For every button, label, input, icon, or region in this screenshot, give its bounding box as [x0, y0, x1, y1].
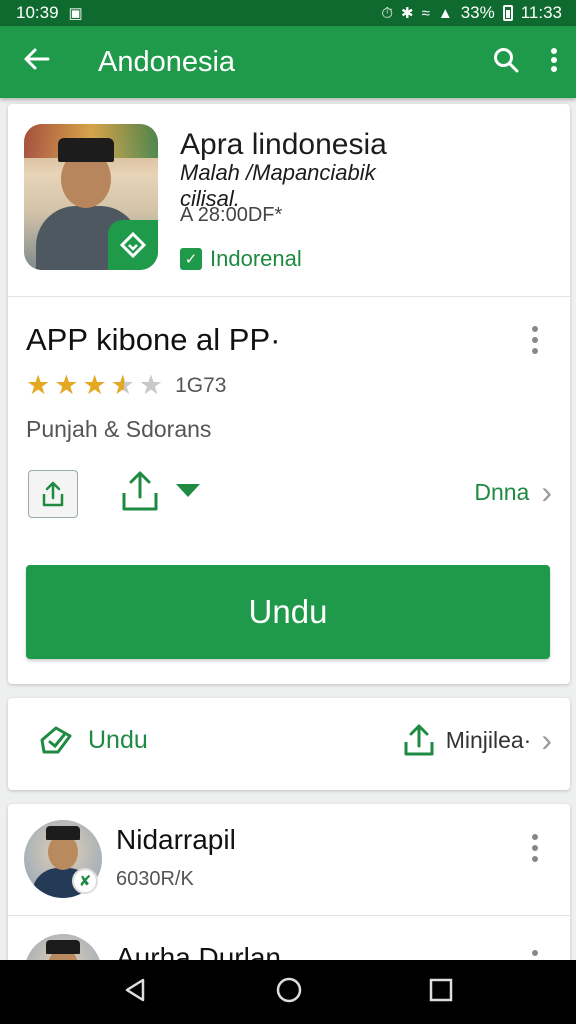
app-badge-icon	[108, 220, 158, 270]
kebab-dot	[532, 326, 538, 332]
gallery-notification-icon: ▣	[68, 5, 83, 22]
rating-row: ★ ★ ★ ★ ★ 1G73	[26, 372, 226, 399]
kebab-dot	[532, 337, 538, 343]
app-icon	[24, 124, 158, 270]
app-name: Apra lindonesia	[180, 128, 387, 161]
back-arrow-icon[interactable]	[22, 45, 78, 79]
star-empty-icon: ★	[138, 370, 164, 400]
app-bar-actions	[492, 46, 558, 79]
more-vert-icon[interactable]	[550, 46, 558, 79]
share-icon	[42, 481, 64, 507]
category-label[interactable]: Punjah & Sdorans	[26, 416, 211, 443]
action-row: Dnna ›	[8, 462, 570, 526]
avatar-hat	[46, 826, 80, 840]
upload-icon	[122, 471, 158, 511]
list-item[interactable]: ✘ Nidarrapil 6030R/K	[8, 804, 570, 916]
verified-check-icon: ✓	[180, 248, 202, 270]
related-list-card: ✘ Nidarrapil 6030R/K Aurha Durlan	[8, 804, 570, 974]
app-bar: Andonesia	[0, 26, 576, 98]
star-icon: ★	[54, 370, 79, 400]
dropdown-caret-icon[interactable]	[176, 484, 200, 497]
avatar-badge-icon: ✘	[72, 868, 98, 894]
kebab-dot	[532, 845, 538, 851]
nav-recents-icon[interactable]	[429, 978, 453, 1007]
avatar-hat	[46, 940, 80, 954]
download-label: Undu	[88, 725, 148, 754]
install-button[interactable]: Undu	[26, 565, 550, 659]
chevron-right-icon: ›	[541, 474, 552, 510]
status-bar: 10:39 ▣ ⏱ ✱ ≈ ▲ 33% 11:33	[0, 0, 576, 26]
star-half-icon: ★	[110, 370, 135, 400]
rating-count: 1G73	[175, 373, 227, 397]
app-subtitle-line: Malah /Mapanciabik	[180, 160, 376, 185]
star-icon: ★	[82, 370, 107, 400]
kebab-dot	[532, 348, 538, 354]
app-header[interactable]: Apra lindonesia Malah /Mapanciabik cilis…	[8, 104, 570, 297]
developer-label: Indorenal	[210, 246, 302, 271]
share-label: Minjilea·	[445, 726, 532, 753]
upload-button[interactable]	[112, 464, 168, 518]
status-left: 10:39 ▣	[16, 3, 83, 23]
more-link[interactable]: Dnna ›	[474, 476, 552, 508]
kebab-dot	[532, 950, 538, 956]
battery-icon	[502, 5, 513, 21]
clock-left: 10:39	[16, 3, 59, 22]
nav-back-icon[interactable]	[123, 977, 149, 1008]
app-size: A 28:00DF*	[180, 204, 283, 226]
bluetooth-icon: ✱	[401, 5, 414, 22]
system-nav-bar	[0, 960, 576, 1024]
download-card: Undu Minjilea· ›	[8, 698, 570, 790]
nav-home-icon[interactable]	[275, 976, 303, 1009]
download-tag-icon	[40, 726, 72, 754]
page-title: Andonesia	[98, 45, 236, 78]
star-icon: ★	[26, 370, 51, 400]
overflow-menu-icon[interactable]	[530, 326, 540, 354]
alarm-icon: ⏱	[381, 4, 394, 22]
search-icon[interactable]	[492, 46, 520, 79]
wifi-icon: ≈	[421, 4, 430, 22]
share-action[interactable]: Minjilea· ›	[402, 722, 552, 758]
share-up-icon	[404, 724, 434, 756]
developer-row[interactable]: ✓ Indorenal	[180, 246, 302, 272]
chevron-right-icon: ›	[541, 722, 552, 758]
list-item-subtitle: 6030R/K	[116, 868, 194, 890]
app-details-card: Apra lindonesia Malah /Mapanciabik cilis…	[8, 104, 570, 684]
signal-icon: ▲	[437, 4, 453, 22]
status-right: ⏱ ✱ ≈ ▲ 33% 11:33	[381, 3, 562, 23]
item-overflow-icon[interactable]	[530, 834, 540, 862]
clock-right: 11:33	[520, 3, 562, 22]
battery-percent: 33%	[460, 3, 495, 22]
more-link-label: Dnna	[474, 478, 530, 505]
share-button[interactable]	[28, 470, 78, 518]
download-action[interactable]: Undu	[38, 722, 148, 758]
app-icon-cap	[58, 138, 114, 162]
kebab-dot	[532, 834, 538, 840]
kebab-dot	[532, 856, 538, 862]
list-item-name: Nidarrapil	[116, 824, 236, 855]
app-title: APP kibone al PP·	[26, 322, 281, 357]
